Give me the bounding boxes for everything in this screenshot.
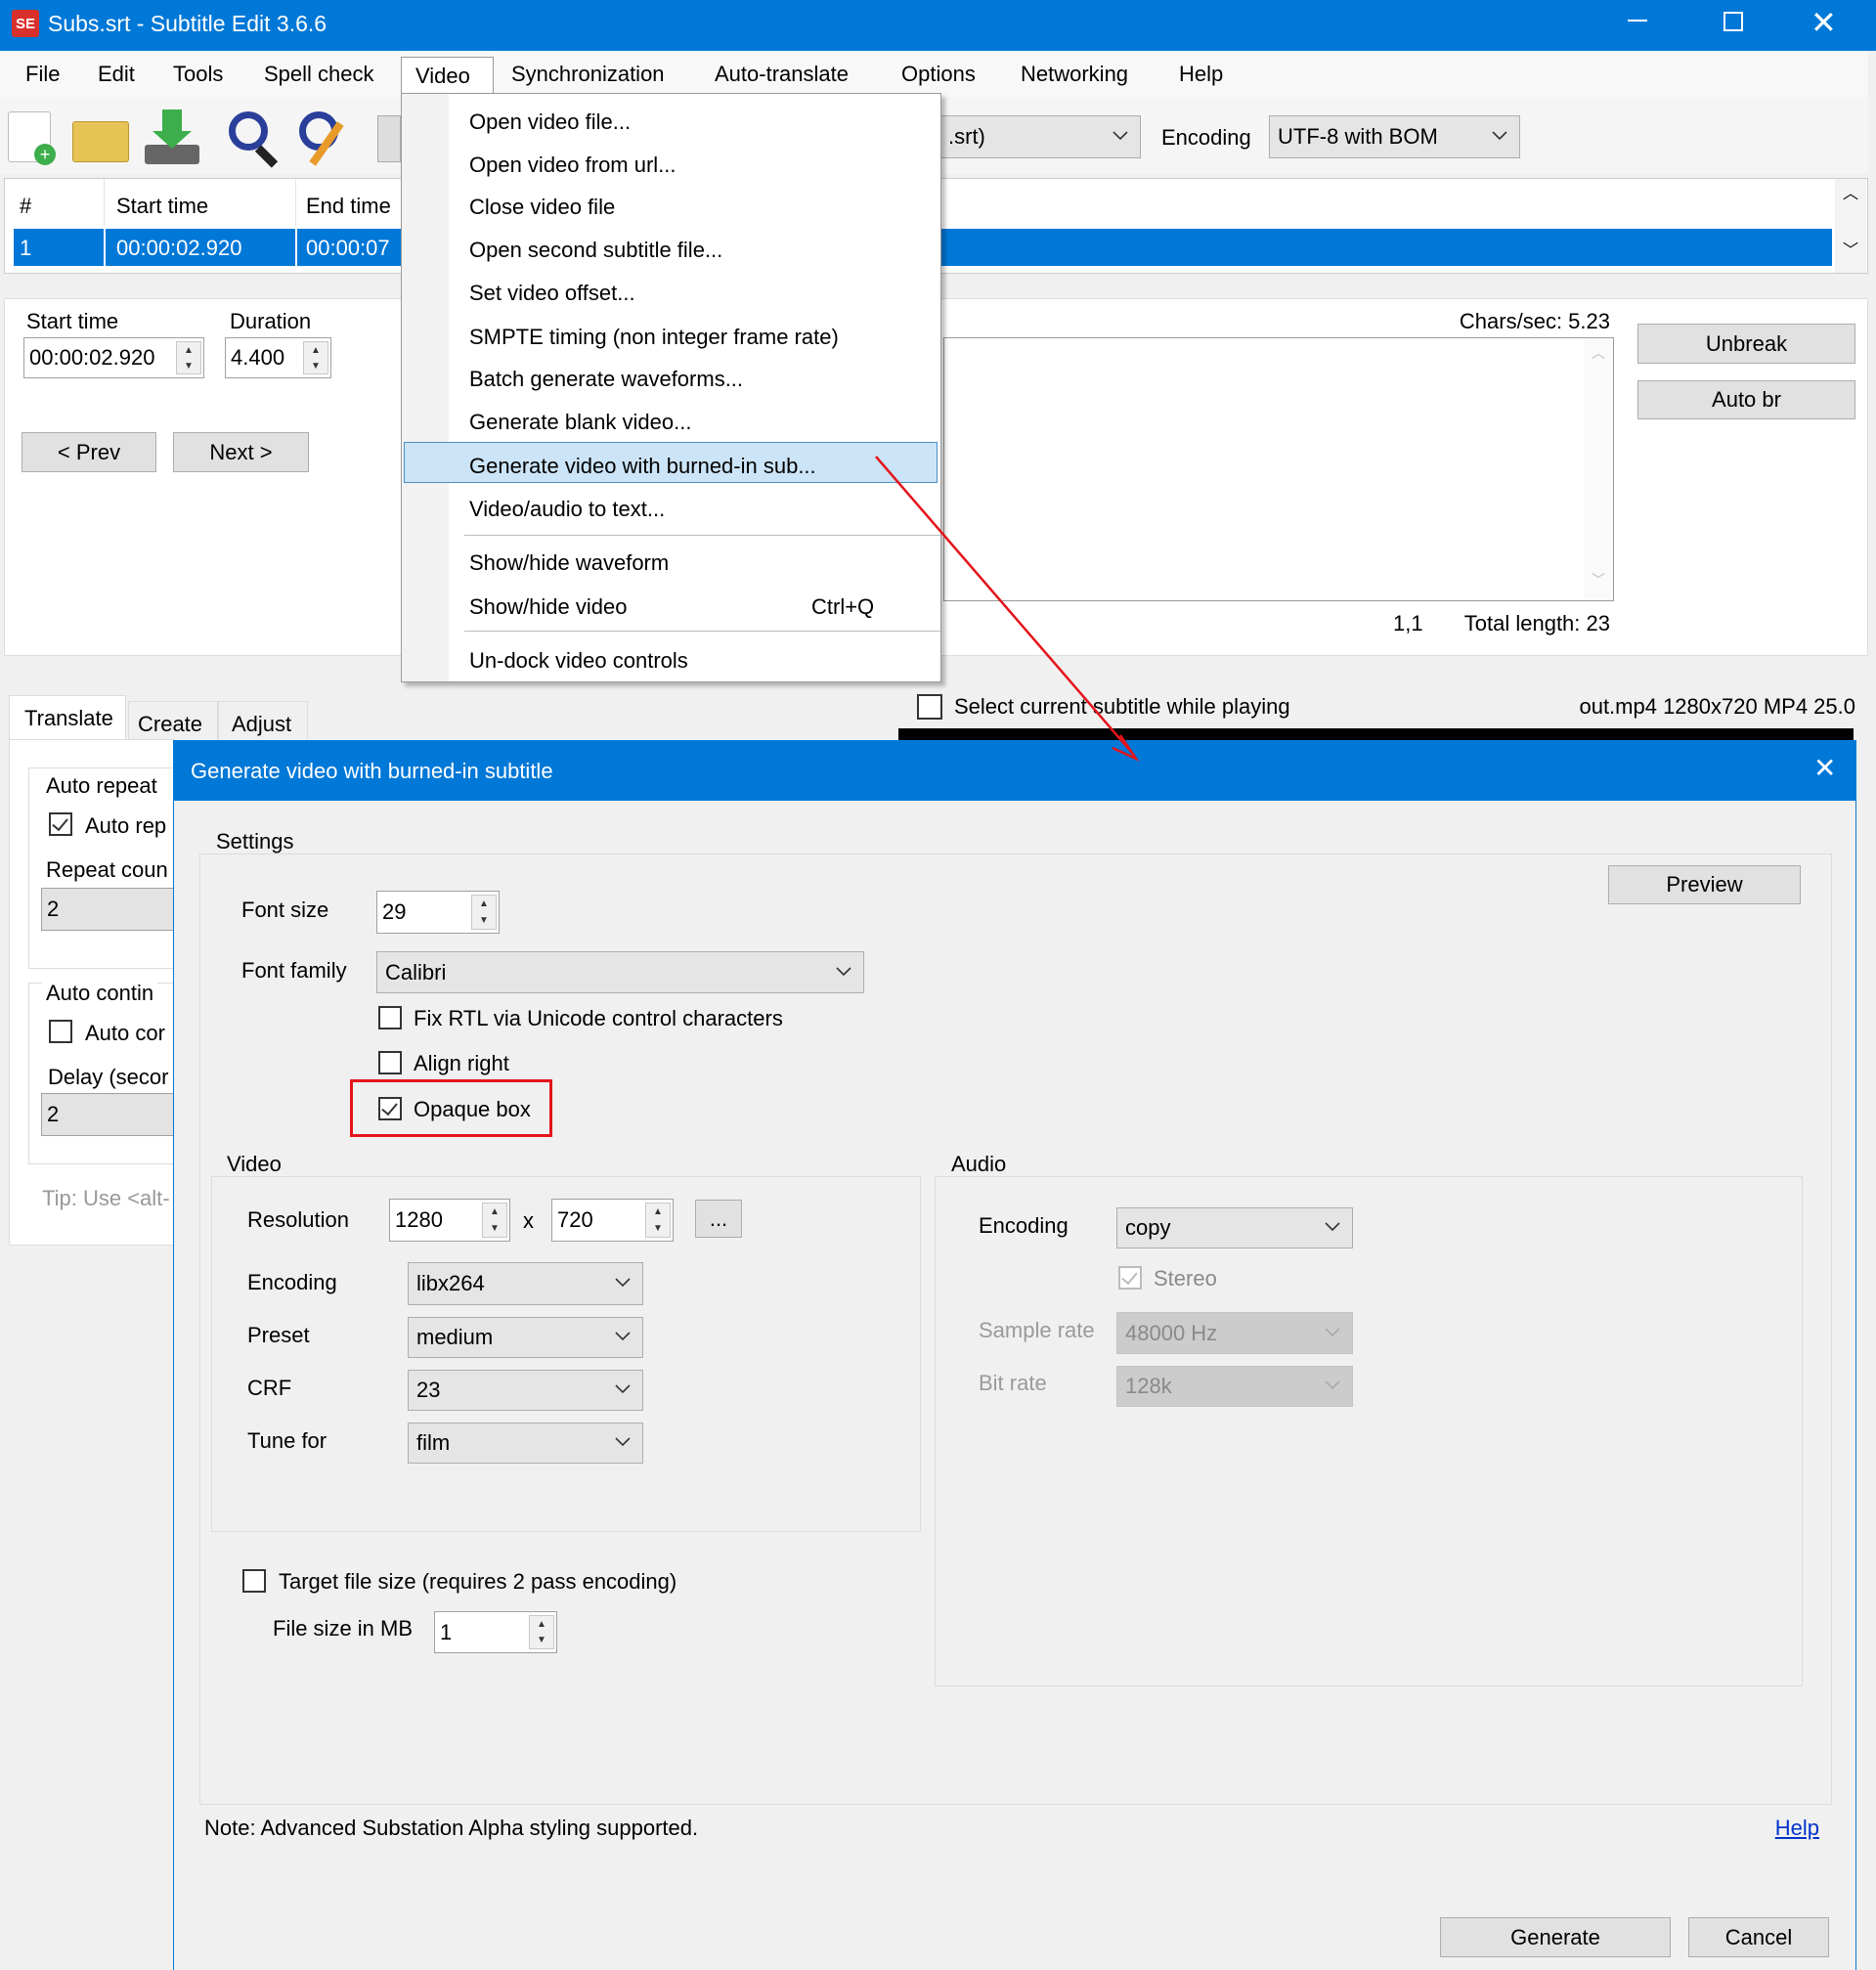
annotation-arrow [875, 456, 1140, 762]
